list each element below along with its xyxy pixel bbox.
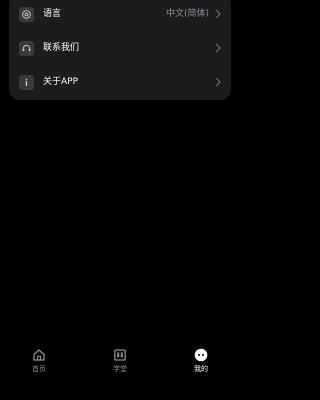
bottom-tab-bar: 首页 学堂 我的 — [0, 343, 240, 383]
profile-icon — [194, 348, 208, 362]
settings-row-language[interactable]: 语言 中文(简体) — [9, 0, 231, 32]
settings-label-language: 语言 — [43, 9, 62, 19]
book-icon — [114, 349, 126, 361]
tab-mine[interactable]: 我的 — [171, 343, 231, 383]
headset-icon — [19, 41, 34, 56]
chevron-right-icon — [215, 77, 221, 87]
tab-mine-label: 我的 — [194, 365, 208, 373]
tab-school[interactable]: 学堂 — [90, 343, 150, 383]
chevron-right-icon — [215, 43, 221, 53]
settings-label-about: 关于APP — [43, 77, 79, 87]
settings-value-language: 中文(简体) — [165, 9, 209, 19]
tab-home[interactable]: 首页 — [9, 343, 69, 383]
home-icon — [33, 349, 45, 361]
chevron-right-icon — [215, 9, 221, 19]
tab-home-label: 首页 — [32, 365, 46, 373]
info-icon — [19, 75, 34, 90]
settings-card: 语言 中文(简体) 联系我们 关于APP — [9, 0, 231, 100]
settings-row-about[interactable]: 关于APP — [9, 66, 231, 100]
settings-label-contact: 联系我们 — [43, 43, 80, 53]
globe-icon — [19, 7, 34, 22]
tab-school-label: 学堂 — [113, 365, 127, 373]
settings-row-contact[interactable]: 联系我们 — [9, 32, 231, 66]
